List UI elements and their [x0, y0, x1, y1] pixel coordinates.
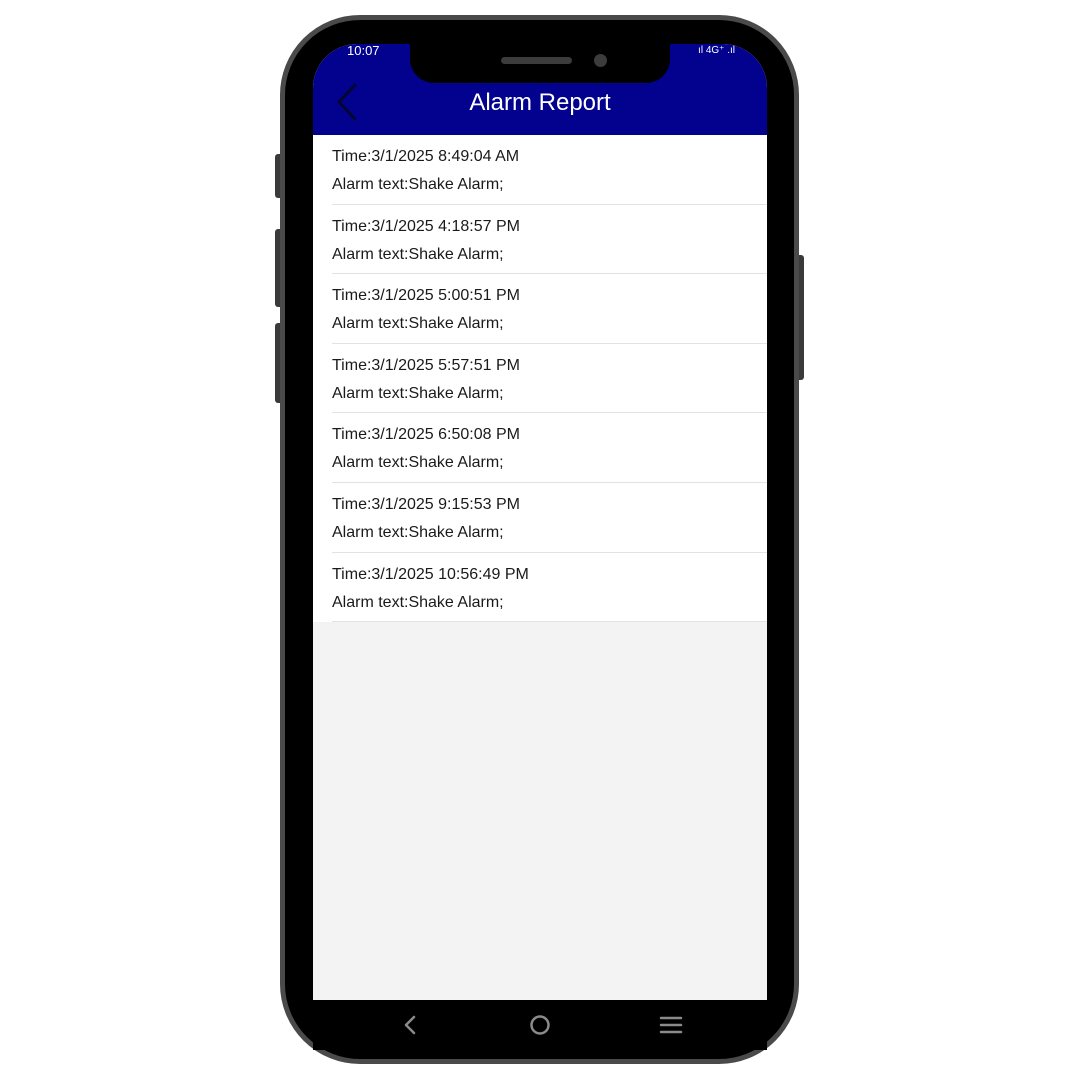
system-navigation-bar [313, 1000, 767, 1050]
alarm-time: Time:3/1/2025 5:57:51 PM [332, 356, 520, 374]
system-back-button[interactable] [390, 1008, 430, 1042]
alarm-time: Time:3/1/2025 9:15:53 PM [332, 495, 520, 513]
phone-speaker [501, 57, 572, 64]
nav-home-icon [530, 1015, 550, 1035]
alarm-list-item[interactable]: Time:3/1/2025 5:00:51 PM Alarm text:Shake… [332, 274, 767, 344]
status-indicators: ıl 4G⁺ .ıl [698, 45, 735, 56]
system-home-button[interactable] [520, 1008, 560, 1042]
alarm-list-item[interactable]: Time:3/1/2025 9:15:53 PM Alarm text:Shake… [332, 483, 767, 553]
alarm-text: Alarm text:Shake Alarm; [332, 384, 504, 402]
alarm-text: Alarm text:Shake Alarm; [332, 315, 504, 333]
alarm-list-item[interactable]: Time:3/1/2025 10:56:49 PM Alarm text:Shak… [332, 553, 767, 623]
alarm-text: Alarm text:Shake Alarm; [332, 454, 504, 472]
alarm-text: Alarm text:Shake Alarm; [332, 176, 504, 193]
alarm-time: Time:3/1/2025 6:50:08 PM [332, 426, 520, 444]
phone-mockup: 10:07 ıl 4G⁺ .ıl Alarm Report Time:3/1/2… [0, 0, 1080, 1080]
alarm-time: Time:3/1/2025 8:49:04 AM [332, 148, 520, 165]
alarm-list: Time:3/1/2025 8:49:04 AM Alarm text:Shake… [313, 135, 767, 623]
alarm-text: Alarm text:Shake Alarm; [332, 523, 504, 541]
page-title: Alarm Report [469, 89, 611, 116]
app-screen: 10:07 ıl 4G⁺ .ıl Alarm Report Time:3/1/2… [313, 44, 767, 1034]
status-time: 10:07 [347, 44, 380, 58]
nav-menu-icon [659, 1016, 683, 1034]
alarm-list-item[interactable]: Time:3/1/2025 4:18:57 PM Alarm text:Shake… [332, 205, 767, 275]
phone-camera [594, 54, 607, 67]
alarm-time: Time:3/1/2025 4:18:57 PM [332, 217, 520, 235]
alarm-text: Alarm text:Shake Alarm; [332, 245, 504, 263]
alarm-list-item[interactable]: Time:3/1/2025 5:57:51 PM Alarm text:Shake… [332, 344, 767, 414]
alarm-time: Time:3/1/2025 5:00:51 PM [332, 287, 520, 305]
alarm-list-item[interactable]: Time:3/1/2025 8:49:04 AM Alarm text:Shake… [332, 135, 767, 205]
system-recents-button[interactable] [651, 1008, 691, 1042]
nav-back-icon [404, 1015, 416, 1035]
alarm-text: Alarm text:Shake Alarm; [332, 593, 504, 611]
alarm-list-item[interactable]: Time:3/1/2025 6:50:08 PM Alarm text:Shake… [332, 413, 767, 483]
alarm-time: Time:3/1/2025 10:56:49 PM [332, 565, 529, 583]
